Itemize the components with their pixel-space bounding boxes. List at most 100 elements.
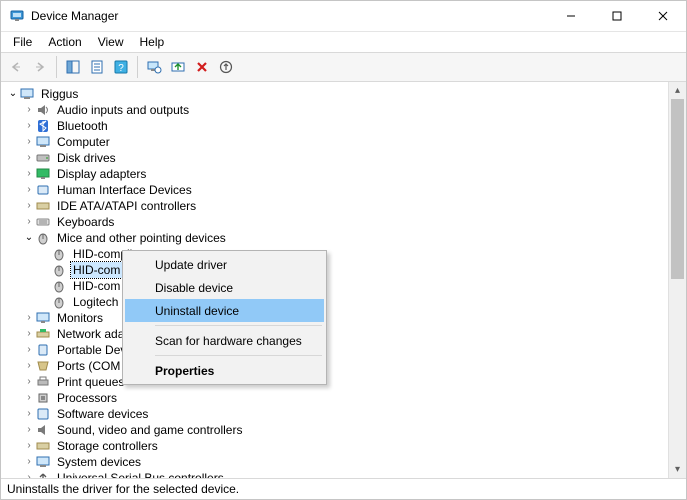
chevron-right-icon[interactable]: › bbox=[23, 470, 35, 478]
menu-file[interactable]: File bbox=[5, 33, 40, 51]
network-icon bbox=[35, 326, 51, 342]
scroll-down-button[interactable]: ▾ bbox=[669, 461, 686, 478]
help-button[interactable]: ? bbox=[110, 56, 132, 78]
node-printq[interactable]: › Print queues bbox=[1, 374, 668, 390]
node-mice-child-hid3[interactable]: HID-com bbox=[1, 278, 668, 294]
chevron-right-icon[interactable]: › bbox=[23, 102, 35, 118]
expand-arrow-icon[interactable]: ⌄ bbox=[7, 86, 19, 102]
device-manager-window: Device Manager File Action View Help bbox=[0, 0, 687, 500]
ctx-properties[interactable]: Properties bbox=[125, 359, 324, 382]
node-system[interactable]: › System devices bbox=[1, 454, 668, 470]
node-software[interactable]: › Software devices bbox=[1, 406, 668, 422]
node-display[interactable]: › Display adapters bbox=[1, 166, 668, 182]
chevron-right-icon[interactable]: › bbox=[23, 214, 35, 230]
display-icon bbox=[35, 166, 51, 182]
chevron-right-icon[interactable]: › bbox=[23, 342, 35, 358]
node-network[interactable]: › Network ada bbox=[1, 326, 668, 342]
ctx-update-driver[interactable]: Update driver bbox=[125, 253, 324, 276]
close-button[interactable] bbox=[640, 1, 686, 31]
node-mice[interactable]: ⌄ Mice and other pointing devices bbox=[1, 230, 668, 246]
node-keyboards[interactable]: › Keyboards bbox=[1, 214, 668, 230]
toolbar: ? bbox=[1, 52, 686, 82]
chevron-down-icon[interactable]: ⌄ bbox=[23, 230, 35, 246]
chevron-right-icon[interactable]: › bbox=[23, 390, 35, 406]
mouse-icon bbox=[51, 278, 67, 294]
menu-help[interactable]: Help bbox=[132, 33, 173, 51]
chevron-right-icon[interactable]: › bbox=[23, 198, 35, 214]
chevron-right-icon[interactable]: › bbox=[23, 438, 35, 454]
forward-button[interactable] bbox=[29, 56, 51, 78]
uninstall-button[interactable] bbox=[191, 56, 213, 78]
update-driver-button[interactable] bbox=[167, 56, 189, 78]
node-mice-child-hid1[interactable]: HID-compliant mouse bbox=[1, 246, 668, 262]
menu-view[interactable]: View bbox=[90, 33, 132, 51]
node-disk[interactable]: › Disk drives bbox=[1, 150, 668, 166]
mouse-icon bbox=[51, 294, 67, 310]
cpu-icon bbox=[35, 390, 51, 406]
node-mice-child-logitech[interactable]: Logitech bbox=[1, 294, 668, 310]
chevron-right-icon[interactable]: › bbox=[23, 454, 35, 470]
node-sound[interactable]: › Sound, video and game controllers bbox=[1, 422, 668, 438]
ctx-uninstall-device[interactable]: Uninstall device bbox=[125, 299, 324, 322]
device-tree[interactable]: ⌄ Riggus › Audio inputs and outputs › bbox=[1, 82, 668, 478]
chevron-right-icon[interactable]: › bbox=[23, 406, 35, 422]
vertical-scrollbar[interactable]: ▴ ▾ bbox=[668, 82, 686, 478]
node-hid[interactable]: › Human Interface Devices bbox=[1, 182, 668, 198]
menu-action[interactable]: Action bbox=[40, 33, 89, 51]
window-title: Device Manager bbox=[31, 9, 118, 23]
ide-icon bbox=[35, 198, 51, 214]
mouse-icon bbox=[35, 230, 51, 246]
node-audio[interactable]: › Audio inputs and outputs bbox=[1, 102, 668, 118]
mouse-icon bbox=[51, 262, 67, 278]
chevron-right-icon[interactable]: › bbox=[23, 374, 35, 390]
chevron-right-icon[interactable]: › bbox=[23, 422, 35, 438]
chevron-right-icon[interactable]: › bbox=[23, 150, 35, 166]
disk-icon bbox=[35, 150, 51, 166]
computer-icon bbox=[35, 134, 51, 150]
node-portable[interactable]: › Portable Dev bbox=[1, 342, 668, 358]
disable-button[interactable] bbox=[215, 56, 237, 78]
properties-button[interactable] bbox=[86, 56, 108, 78]
status-text: Uninstalls the driver for the selected d… bbox=[7, 482, 239, 496]
ctx-separator bbox=[155, 355, 322, 356]
port-icon bbox=[35, 358, 51, 374]
hid-icon bbox=[35, 182, 51, 198]
window-controls bbox=[548, 1, 686, 31]
tree-root[interactable]: ⌄ Riggus bbox=[1, 86, 668, 102]
ctx-disable-device[interactable]: Disable device bbox=[125, 276, 324, 299]
ctx-separator bbox=[155, 325, 322, 326]
scroll-track[interactable] bbox=[669, 99, 686, 461]
printer-icon bbox=[35, 374, 51, 390]
scan-hardware-button[interactable] bbox=[143, 56, 165, 78]
usb-icon bbox=[35, 470, 51, 478]
minimize-button[interactable] bbox=[548, 1, 594, 31]
chevron-right-icon[interactable]: › bbox=[23, 310, 35, 326]
chevron-right-icon[interactable]: › bbox=[23, 118, 35, 134]
node-ide[interactable]: › IDE ATA/ATAPI controllers bbox=[1, 198, 668, 214]
node-mice-child-hid2-selected[interactable]: HID-com bbox=[1, 262, 668, 278]
node-bluetooth[interactable]: › Bluetooth bbox=[1, 118, 668, 134]
speaker-icon bbox=[35, 102, 51, 118]
maximize-button[interactable] bbox=[594, 1, 640, 31]
chevron-right-icon[interactable]: › bbox=[23, 166, 35, 182]
ctx-scan-hardware[interactable]: Scan for hardware changes bbox=[125, 329, 324, 352]
computer-icon bbox=[19, 86, 35, 102]
chevron-right-icon[interactable]: › bbox=[23, 182, 35, 198]
chevron-right-icon[interactable]: › bbox=[23, 134, 35, 150]
chevron-right-icon[interactable]: › bbox=[23, 326, 35, 342]
node-ports[interactable]: › Ports (COM & bbox=[1, 358, 668, 374]
node-processors[interactable]: › Processors bbox=[1, 390, 668, 406]
node-monitors[interactable]: › Monitors bbox=[1, 310, 668, 326]
svg-text:?: ? bbox=[118, 63, 124, 74]
show-hide-tree-button[interactable] bbox=[62, 56, 84, 78]
node-computer[interactable]: › Computer bbox=[1, 134, 668, 150]
back-button[interactable] bbox=[5, 56, 27, 78]
node-usb[interactable]: › Universal Serial Bus controllers bbox=[1, 470, 668, 478]
node-storage[interactable]: › Storage controllers bbox=[1, 438, 668, 454]
status-bar: Uninstalls the driver for the selected d… bbox=[1, 478, 686, 499]
scroll-up-button[interactable]: ▴ bbox=[669, 82, 686, 99]
scroll-thumb[interactable] bbox=[671, 99, 684, 279]
chevron-right-icon[interactable]: › bbox=[23, 358, 35, 374]
storage-icon bbox=[35, 438, 51, 454]
system-icon bbox=[35, 454, 51, 470]
